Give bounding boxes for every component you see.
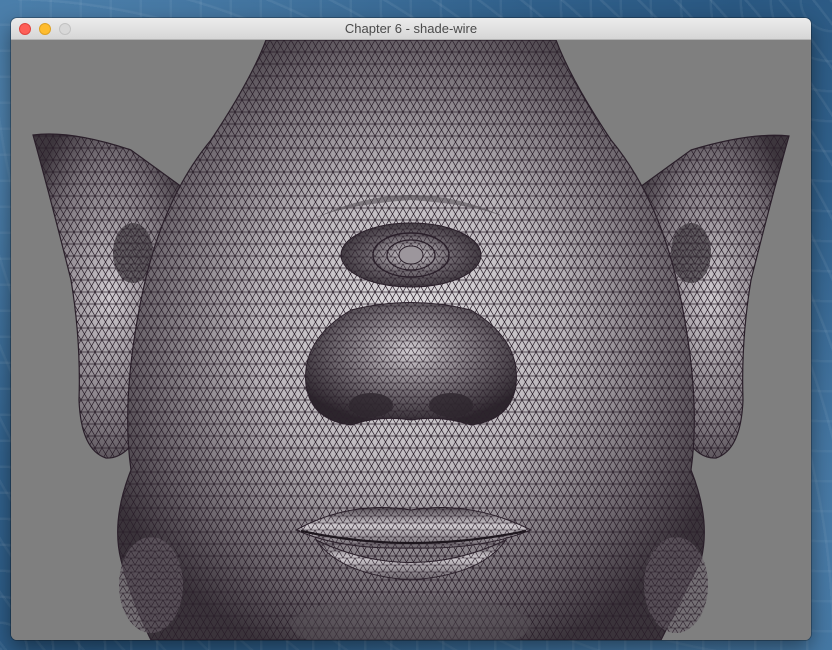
cyclops-eye xyxy=(340,222,482,288)
app-window: Chapter 6 - shade-wire xyxy=(11,18,811,640)
window-titlebar[interactable]: Chapter 6 - shade-wire xyxy=(11,18,811,40)
window-title: Chapter 6 - shade-wire xyxy=(344,21,478,36)
render-viewport[interactable] xyxy=(11,40,811,640)
nose xyxy=(305,302,517,426)
mesh-render xyxy=(32,40,790,640)
